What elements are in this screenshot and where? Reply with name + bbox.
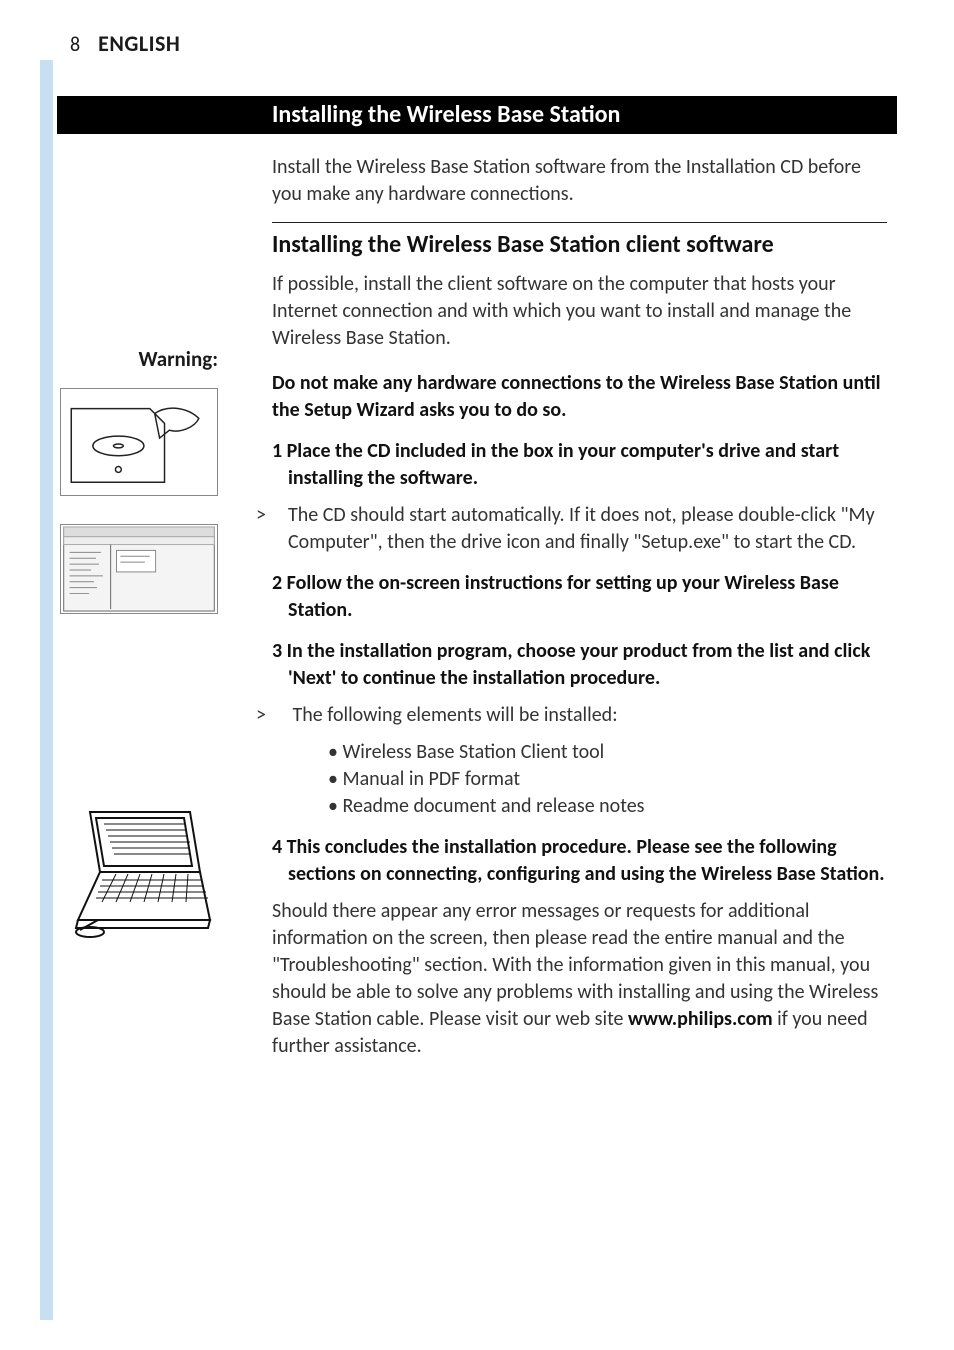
bullet-item: Wireless Base Station Client tool <box>328 739 887 766</box>
language-label: ENGLISH <box>98 30 180 57</box>
subsection-text: If possible, install the client software… <box>272 271 887 352</box>
step-3-heading: 3 In the installation program, choose yo… <box>288 638 887 692</box>
step-4-heading: 4 This concludes the installation proced… <box>288 834 887 888</box>
left-accent-bar <box>40 60 53 1320</box>
figure-insert-cd <box>60 388 218 496</box>
page-header: 8 ENGLISH <box>70 30 180 57</box>
bullet-item: Readme document and release notes <box>328 793 887 820</box>
step-2: 2 Follow the on-screen instructions for … <box>272 570 887 624</box>
subsection-heading: Installing the Wireless Base Station cli… <box>272 229 887 261</box>
step-1-heading: 1 Place the CD included in the box in yo… <box>288 438 887 492</box>
step-3-bullets: Wireless Base Station Client tool Manual… <box>328 739 887 820</box>
step-2-heading: 2 Follow the on-screen instructions for … <box>288 570 887 624</box>
section-title: Installing the Wireless Base Station <box>272 100 620 129</box>
final-text: Should there appear any error messages o… <box>272 898 887 1060</box>
page-number: 8 <box>70 33 81 57</box>
divider <box>272 222 887 223</box>
step-3-note: > The following elements will be install… <box>288 702 887 729</box>
insert-cd-icon <box>61 389 217 495</box>
installer-window-icon <box>61 525 217 613</box>
step-1: 1 Place the CD included in the box in yo… <box>272 438 887 556</box>
figure-installer-window <box>60 524 218 614</box>
intro-text: Install the Wireless Base Station softwa… <box>272 154 887 208</box>
step-1-note: >The CD should start automatically. If i… <box>288 502 887 556</box>
laptop-icon <box>60 802 218 942</box>
step-3: 3 In the installation program, choose yo… <box>272 638 887 820</box>
body-content: Install the Wireless Base Station softwa… <box>272 154 887 1070</box>
bullet-item: Manual in PDF format <box>328 766 887 793</box>
figure-laptop <box>60 802 218 942</box>
step-3-note-text: The following elements will be installed… <box>293 703 618 727</box>
step-4: 4 This concludes the installation proced… <box>272 834 887 1060</box>
warning-label: Warning: <box>58 346 218 372</box>
step-1-note-text: The CD should start automatically. If it… <box>288 503 875 554</box>
website-link: www.philips.com <box>628 1007 773 1031</box>
manual-page: 8 ENGLISH Installing the Wireless Base S… <box>0 0 954 1350</box>
warning-text: Do not make any hardware connections to … <box>272 370 887 424</box>
